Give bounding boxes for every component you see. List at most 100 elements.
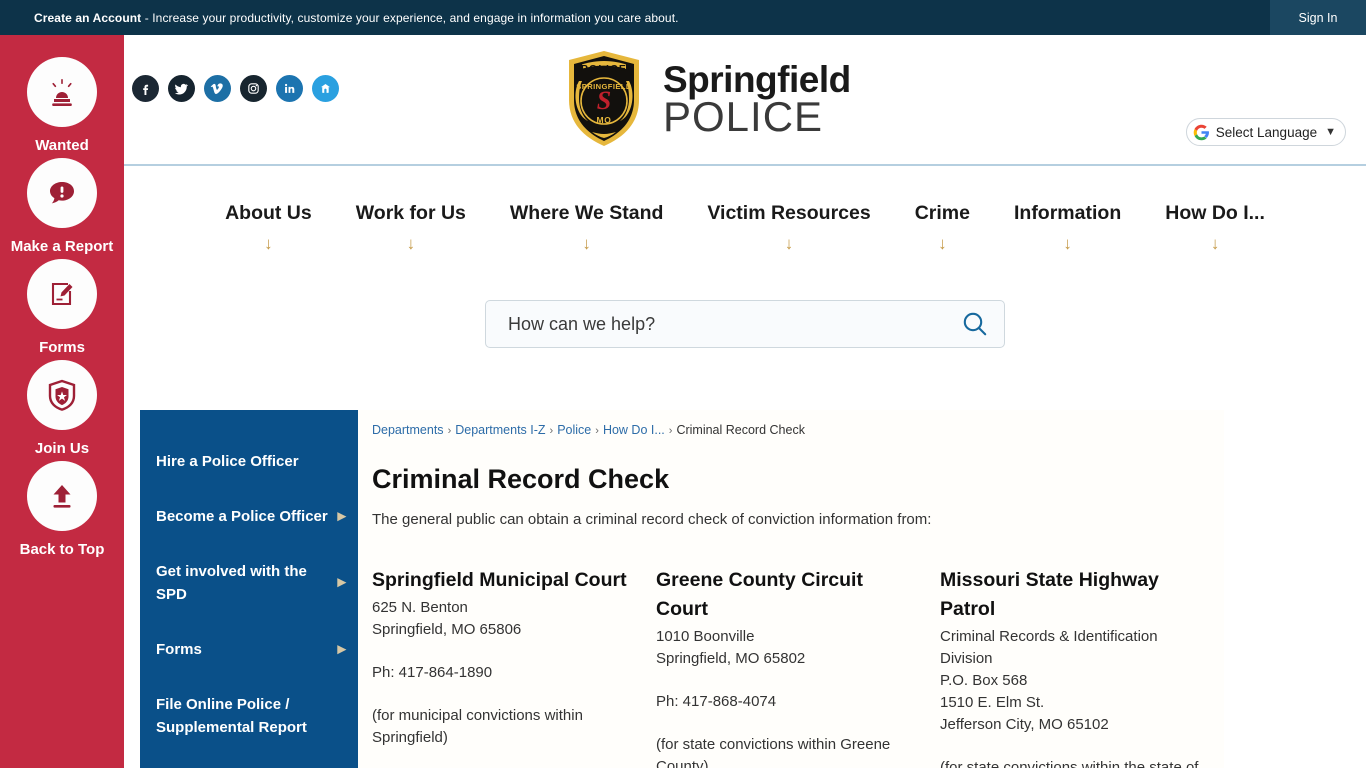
- search-input[interactable]: [508, 313, 960, 335]
- search-box[interactable]: [485, 300, 1005, 348]
- contact-title: Greene County Circuit Court: [656, 568, 863, 620]
- select-language-label: Select Language: [1215, 124, 1318, 140]
- create-account-cta[interactable]: Create an Account - Increase your produc…: [34, 11, 679, 25]
- vimeo-icon[interactable]: [204, 75, 231, 102]
- rail-item-join-us[interactable]: Join Us: [0, 360, 124, 461]
- sign-in-button[interactable]: Sign In: [1270, 0, 1366, 35]
- arrow-down-icon: ↓: [1063, 234, 1072, 253]
- contact-address-line: Springfield, MO 65802: [656, 649, 806, 667]
- main-navigation: About Us ↓ Work for Us ↓ Where We Stand …: [124, 168, 1366, 268]
- breadcrumb-separator: ›: [549, 425, 554, 437]
- content-area: Hire a Police Officer Become a Police Of…: [140, 410, 1224, 768]
- search-icon[interactable]: [960, 309, 990, 339]
- create-account-description: - Increase your productivity, customize …: [141, 10, 679, 25]
- logo-line-police: POLICE: [663, 92, 824, 140]
- contact-phone: Ph: 417-868-4074: [656, 692, 777, 710]
- svg-text:POLICE: POLICE: [581, 63, 627, 75]
- contact-address-line: 1510 E. Elm St.: [940, 693, 1045, 711]
- sidebar-item-hire-a-police-officer[interactable]: Hire a Police Officer: [140, 444, 358, 479]
- arrow-down-icon: ↓: [406, 234, 416, 253]
- breadcrumb-separator: ›: [595, 425, 599, 437]
- speech-bubble-alert-icon: [27, 158, 97, 228]
- sidebar-item-file-online-police-report[interactable]: File Online Police / Supplemental Report: [140, 687, 358, 745]
- contact-address-line: P.O. Box 568: [940, 671, 1028, 689]
- svg-text:S: S: [597, 86, 611, 115]
- instagram-icon[interactable]: [240, 75, 267, 102]
- sidebar-label-get-involved-with-the-spd: Get involved with the SPD: [156, 563, 307, 603]
- arrow-down-icon: ↓: [582, 234, 591, 253]
- nav-item-information[interactable]: Information ↓: [992, 168, 1143, 252]
- breadcrumb-link-how-do-i[interactable]: How Do I...: [603, 423, 665, 437]
- nav-item-about-us[interactable]: About Us ↓: [203, 168, 334, 252]
- arrow-down-icon: ↓: [784, 234, 794, 253]
- contact-column-missouri-state-highway-patrol: Missouri State Highway Patrol Criminal R…: [940, 566, 1224, 768]
- site-header: POLICE SPRINGFIELD S MO Springfield POLI…: [124, 35, 1366, 166]
- chevron-down-icon: ▼: [1325, 126, 1336, 138]
- nav-item-victim-resources[interactable]: Victim Resources ↓: [685, 168, 892, 252]
- sidebar-item-forms[interactable]: Forms ▶: [140, 632, 358, 667]
- sidebar-label-hire-a-police-officer: Hire a Police Officer: [156, 453, 299, 470]
- arrow-up-icon: [27, 461, 97, 531]
- sidebar-label-file-online-police-report: File Online Police / Supplemental Report: [156, 696, 307, 736]
- nav-label-about-us: About Us: [225, 202, 312, 224]
- rail-label-wanted: Wanted: [35, 137, 89, 154]
- sidebar-label-become-a-police-officer: Become a Police Officer: [156, 508, 328, 525]
- rail-label-forms: Forms: [39, 339, 85, 356]
- caret-right-icon: ▶: [337, 510, 346, 522]
- svg-text:MO: MO: [597, 115, 612, 125]
- section-navigation: Hire a Police Officer Become a Police Of…: [140, 410, 358, 768]
- linkedin-icon[interactable]: [276, 75, 303, 102]
- arrow-down-icon: ↓: [264, 234, 273, 253]
- nav-item-how-do-i[interactable]: How Do I... ↓: [1143, 168, 1287, 252]
- rail-item-back-to-top[interactable]: Back to Top: [0, 461, 124, 562]
- site-logo[interactable]: POLICE SPRINGFIELD S MO Springfield POLI…: [559, 48, 851, 150]
- breadcrumb-link-police[interactable]: Police: [557, 423, 591, 437]
- form-pencil-icon: [27, 259, 97, 329]
- contact-address-line: Criminal Records & Identification Divisi…: [940, 627, 1158, 667]
- contact-note: (for state convictions within Greene Cou…: [656, 735, 891, 768]
- rail-item-make-a-report[interactable]: Make a Report: [0, 158, 124, 259]
- article: Departments › Departments I-Z › Police › How D…: [372, 410, 1224, 768]
- rail-label-back-to-top: Back to Top: [19, 541, 105, 558]
- rail-label-join-us: Join Us: [34, 440, 90, 457]
- nav-label-work-for-us: Work for Us: [355, 202, 466, 224]
- google-icon: [1193, 124, 1209, 140]
- contact-address-line: Jefferson City, MO 65102: [940, 715, 1109, 733]
- sidebar-item-become-a-police-officer[interactable]: Become a Police Officer ▶: [140, 499, 358, 534]
- breadcrumb: Departments › Departments I-Z › Police › How D…: [372, 422, 1224, 439]
- nav-item-crime[interactable]: Crime ↓: [893, 168, 992, 252]
- nav-label-where-we-stand: Where We Stand: [509, 202, 664, 224]
- shield-star-icon: [27, 360, 97, 430]
- contact-phone: Ph: 417-864-1890: [372, 663, 493, 681]
- contact-address-line: 1010 Boonville: [656, 627, 755, 645]
- logo-line-springfield: Springfield: [663, 58, 851, 100]
- facebook-icon[interactable]: [132, 75, 159, 102]
- caret-right-icon: ▶: [337, 576, 346, 589]
- breadcrumb-link-departments-i-z[interactable]: Departments I-Z: [455, 423, 545, 437]
- nextdoor-icon[interactable]: [312, 75, 339, 102]
- quick-links-rail: Wanted Make a Report Forms Join Us Back …: [0, 35, 124, 768]
- page-title: Criminal Record Check: [372, 464, 670, 494]
- rail-item-forms[interactable]: Forms: [0, 259, 124, 360]
- twitter-icon[interactable]: [168, 75, 195, 102]
- breadcrumb-current: Criminal Record Check: [676, 423, 805, 437]
- nav-item-work-for-us[interactable]: Work for Us ↓: [334, 168, 488, 252]
- contact-note: (for state convictions within the state …: [940, 758, 1199, 768]
- contact-column-springfield-municipal-court: Springfield Municipal Court 625 N. Bento…: [372, 566, 656, 768]
- police-badge-icon: POLICE SPRINGFIELD S MO: [569, 51, 639, 146]
- arrow-down-icon: ↓: [1210, 234, 1220, 253]
- select-language-dropdown[interactable]: Select Language ▼: [1185, 118, 1346, 146]
- page-root: Create an Account - Increase your produc…: [0, 0, 1366, 768]
- sidebar-item-get-involved-with-the-spd[interactable]: Get involved with the SPD ▶: [140, 554, 358, 612]
- intro-text: The general public can obtain a criminal…: [372, 510, 932, 528]
- contact-title: Missouri State Highway Patrol: [940, 568, 1159, 620]
- nav-item-where-we-stand[interactable]: Where We Stand ↓: [488, 168, 686, 252]
- breadcrumb-link-departments[interactable]: Departments: [372, 423, 444, 437]
- rail-item-wanted[interactable]: Wanted: [0, 57, 124, 158]
- social-links: [132, 75, 339, 102]
